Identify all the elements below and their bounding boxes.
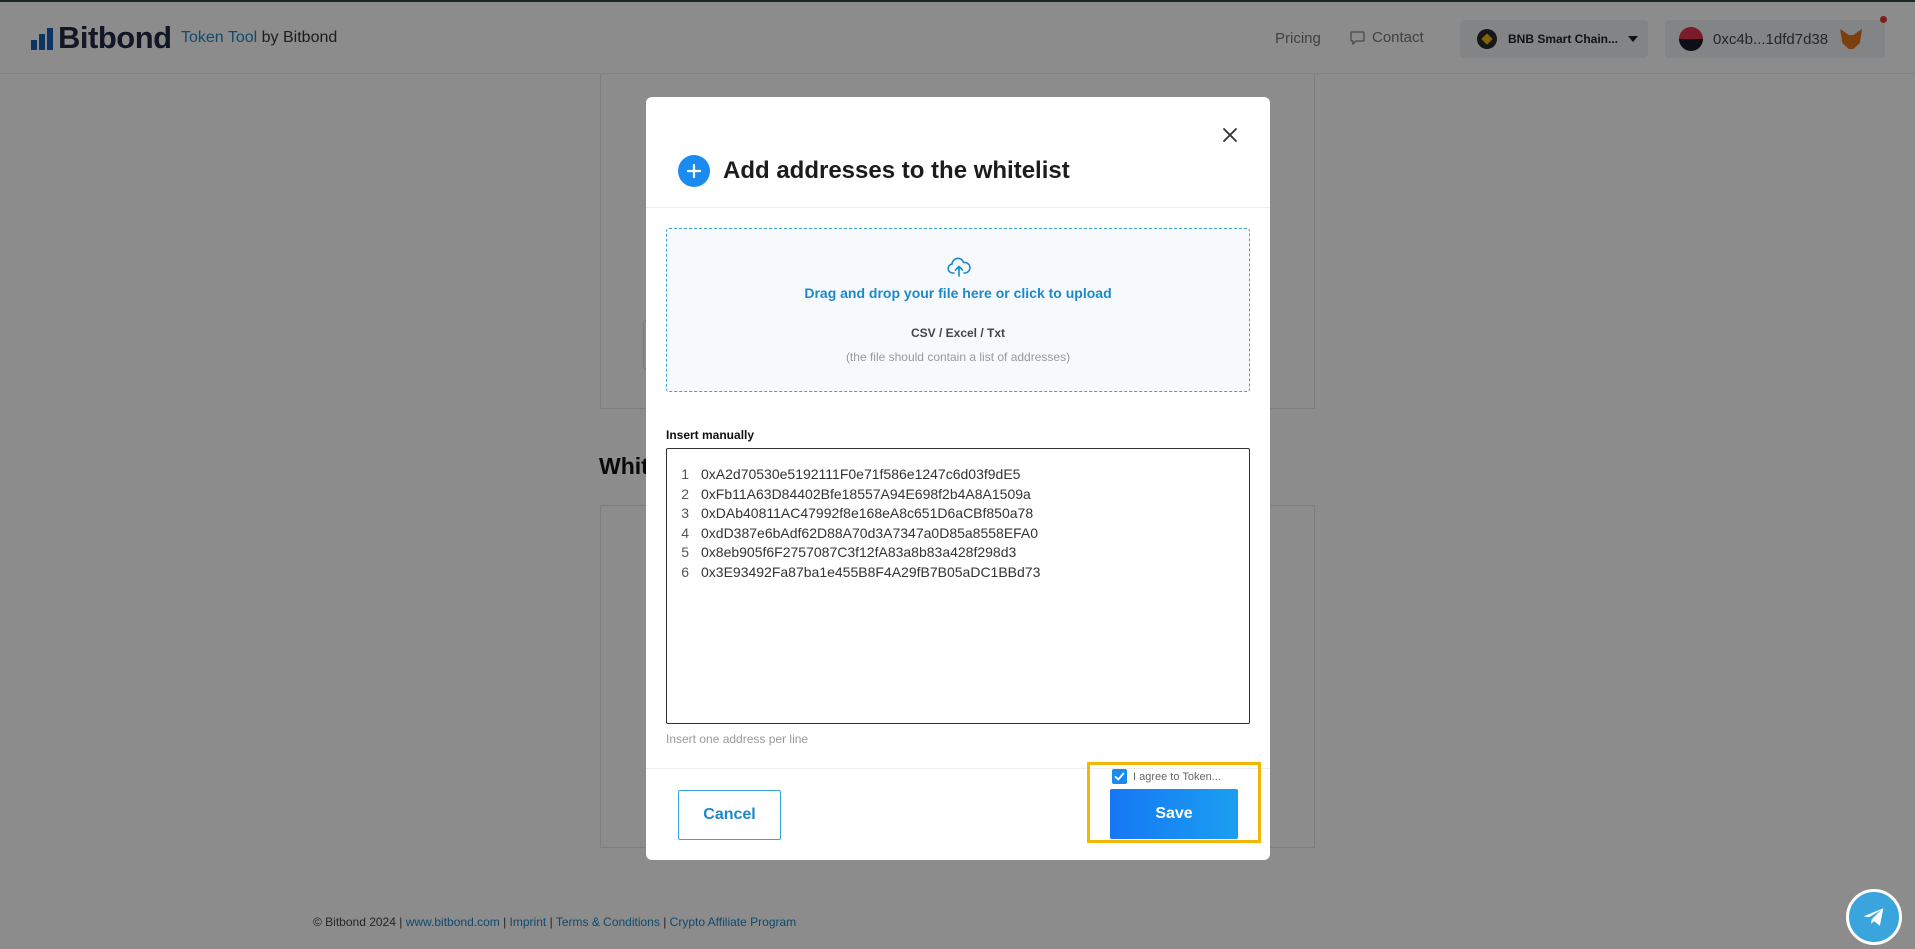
line-number: 6 — [681, 563, 689, 580]
cancel-button[interactable]: Cancel — [678, 790, 781, 840]
address-line: 4 0xdD387e6bAdf62D88A70d3A7347a0D85a8558E… — [667, 524, 1249, 544]
agree-terms-label: I agree to Token... — [1133, 770, 1221, 783]
line-number: 3 — [681, 505, 689, 522]
address-line: 5 0x8eb905f6F2757087C3f12fA83a8b83a428f29… — [667, 543, 1249, 563]
address-value: 0xdD387e6bAdf62D88A70d3A7347a0D85a8558EF… — [701, 524, 1039, 541]
file-upload-dropzone[interactable]: Drag and drop your file here or click to… — [666, 228, 1250, 392]
address-value: 0x3E93492Fa87ba1e455B8F4A29fB7B05aDC1BBd… — [701, 563, 1041, 580]
address-line: 3 0xDAb40811AC47992f8e168eA8c651D6aCBf850… — [667, 504, 1249, 524]
close-icon — [1223, 128, 1237, 142]
address-value: 0xDAb40811AC47992f8e168eA8c651D6aCBf850a… — [701, 505, 1034, 522]
address-line: 1 0xA2d70530e5192111F0e71f586e1247c6d03f9… — [667, 465, 1249, 485]
line-number: 4 — [681, 524, 689, 541]
telegram-icon — [1863, 908, 1884, 926]
modal-header: Add addresses to the whitelist — [678, 155, 1070, 187]
address-value: 0xA2d70530e5192111F0e71f586e1247c6d03f9d… — [701, 466, 1021, 482]
modal-title: Add addresses to the whitelist — [723, 157, 1070, 184]
address-input-hint: Insert one address per line — [666, 732, 809, 746]
line-number: 1 — [681, 466, 689, 482]
address-line: 2 0xFb11A63D84402Bfe18557A94E698f2b4A8A15… — [667, 485, 1249, 505]
dropzone-file-types: CSV / Excel / Txt — [910, 326, 1006, 340]
telegram-chat-button[interactable] — [1846, 889, 1902, 945]
agree-terms-checkbox[interactable]: I agree to Token... — [1112, 769, 1221, 784]
checkbox-checked-icon — [1112, 769, 1127, 784]
line-number: 5 — [681, 544, 689, 561]
plus-icon — [678, 155, 710, 187]
cloud-upload-icon — [947, 257, 971, 277]
dropzone-instruction: Drag and drop your file here or click to… — [804, 285, 1112, 301]
dropzone-hint: (the file should contain a list of addre… — [845, 350, 1071, 364]
modal-header-divider — [646, 207, 1270, 208]
address-value: 0x8eb905f6F2757087C3f12fA83a8b83a428f298… — [701, 544, 1017, 561]
save-button[interactable]: Save — [1110, 789, 1238, 839]
insert-manually-label: Insert manually — [666, 428, 755, 442]
close-modal-button[interactable] — [1219, 124, 1241, 146]
address-value: 0xFb11A63D84402Bfe18557A94E698f2b4A8A150… — [701, 485, 1031, 502]
line-number: 2 — [681, 485, 689, 502]
address-line: 6 0x3E93492Fa87ba1e455B8F4A29fB7B05aDC1BB… — [667, 563, 1249, 583]
address-textarea[interactable]: 1 0xA2d70530e5192111F0e71f586e1247c6d03f9… — [666, 448, 1250, 724]
